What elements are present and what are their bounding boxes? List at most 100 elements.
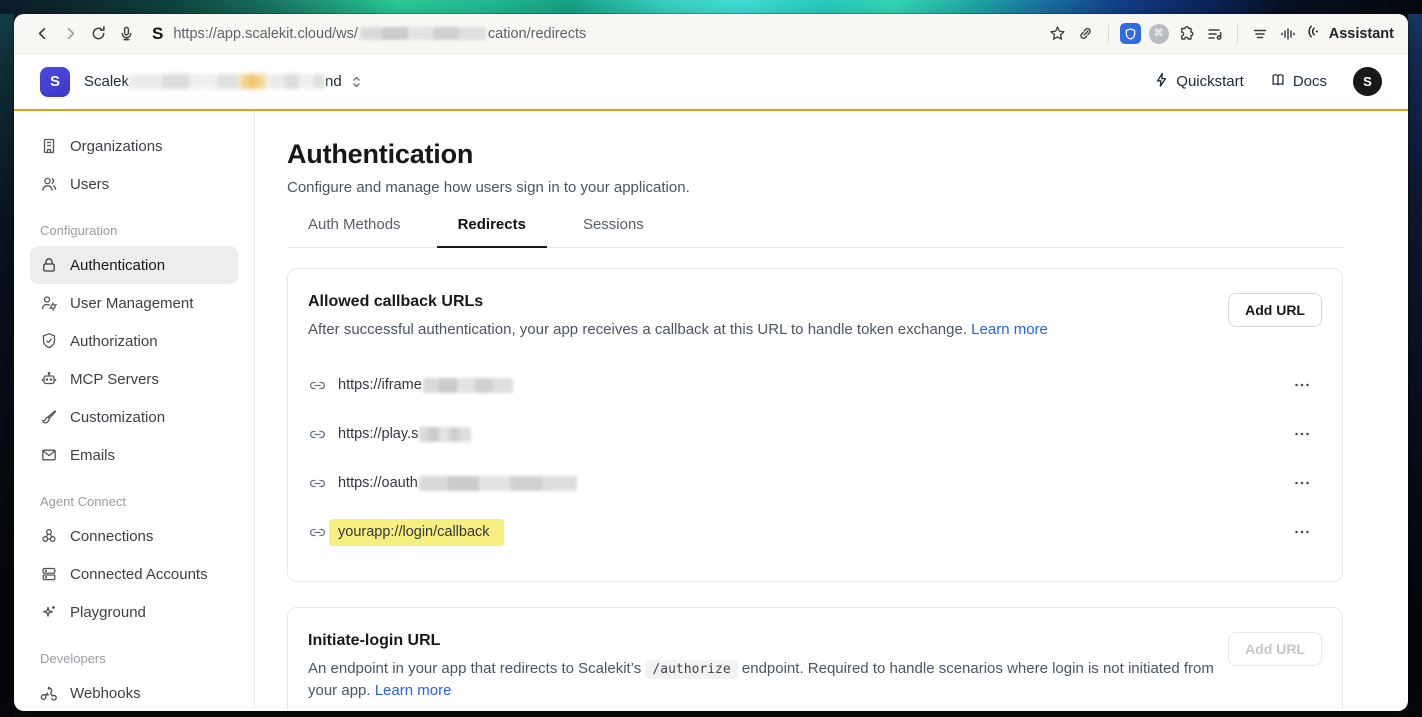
callback-url-row: https://play.s bbox=[308, 410, 1322, 459]
sidebar-item-label: Playground bbox=[70, 604, 146, 621]
sparkles-icon bbox=[40, 603, 58, 621]
paintbrush-icon bbox=[40, 408, 58, 426]
page-subtitle: Configure and manage how users sign in t… bbox=[287, 179, 1343, 196]
url-row-menu-button[interactable] bbox=[1290, 476, 1314, 490]
card-description: An endpoint in your app that redirects t… bbox=[308, 658, 1228, 702]
sidebar-item-label: Emails bbox=[70, 447, 115, 464]
link-icon bbox=[308, 474, 327, 493]
url-row-menu-button[interactable] bbox=[1290, 378, 1314, 392]
user-gear-icon bbox=[40, 294, 58, 312]
card-description-text: After successful authentication, your ap… bbox=[308, 321, 967, 338]
sidebar-item-connected-accounts[interactable]: Connected Accounts bbox=[30, 555, 238, 593]
docs-label: Docs bbox=[1293, 73, 1327, 90]
sidebar-item-emails[interactable]: Emails bbox=[30, 436, 238, 474]
sidebar-item-label: Customization bbox=[70, 409, 165, 426]
workspace-name-prefix: Scalek bbox=[84, 73, 129, 90]
callback-url-value: https://oauth bbox=[338, 475, 577, 491]
url-suffix: cation/redirects bbox=[488, 26, 586, 42]
sidebar-item-users[interactable]: Users bbox=[30, 165, 238, 203]
docs-button[interactable]: Docs bbox=[1270, 72, 1327, 92]
url-row-menu-button[interactable] bbox=[1290, 525, 1314, 539]
sidebar-item-organizations[interactable]: Organizations bbox=[30, 127, 238, 165]
url-row-menu-button[interactable] bbox=[1290, 427, 1314, 441]
card-title: Initiate-login URL bbox=[308, 632, 1228, 650]
learn-more-link[interactable]: Learn more bbox=[971, 321, 1048, 338]
add-url-button-disabled[interactable]: Add URL bbox=[1228, 632, 1322, 666]
quickstart-button[interactable]: Quickstart bbox=[1154, 72, 1244, 92]
sidebar-item-customization[interactable]: Customization bbox=[30, 398, 238, 436]
card-description: After successful authentication, your ap… bbox=[308, 319, 1048, 341]
server-stack-icon bbox=[40, 565, 58, 583]
user-avatar[interactable]: S bbox=[1353, 67, 1382, 96]
browser-toolbar: S https://app.scalekit.cloud/ws/ cation/… bbox=[14, 14, 1408, 54]
users-icon bbox=[40, 175, 58, 193]
sidebar-item-user-management[interactable]: User Management bbox=[30, 284, 238, 322]
sidebar-item-label: Authentication bbox=[70, 257, 165, 274]
url-prefix: https://app.scalekit.cloud/ws/ bbox=[173, 26, 358, 42]
url-redacted-segment bbox=[419, 476, 577, 491]
callback-url-row-highlighted: yourapp://login/callback bbox=[308, 508, 1322, 557]
back-button[interactable] bbox=[28, 20, 56, 48]
sidebar: Organizations Users Configuration Authen… bbox=[14, 111, 255, 709]
extensions-puzzle-icon[interactable] bbox=[1173, 20, 1201, 48]
callback-url-value: https://play.s bbox=[338, 426, 471, 442]
shortcut-extension-icon[interactable]: ⌘ bbox=[1145, 20, 1173, 48]
chevron-updown-icon bbox=[350, 75, 363, 89]
lightning-icon bbox=[1154, 72, 1169, 92]
sidebar-item-label: User Management bbox=[70, 295, 193, 312]
refresh-button[interactable] bbox=[84, 20, 112, 48]
sidebar-section-developers: Developers bbox=[40, 651, 228, 666]
site-favicon: S bbox=[152, 24, 163, 44]
sidebar-item-authorization[interactable]: Authorization bbox=[30, 322, 238, 360]
workspace-name-suffix: nd bbox=[325, 73, 342, 90]
sidebar-item-label: Organizations bbox=[70, 138, 163, 155]
link-icon bbox=[308, 376, 327, 395]
tab-bar: Auth Methods Redirects Sessions bbox=[287, 216, 1343, 248]
envelope-icon bbox=[40, 446, 58, 464]
sidebar-item-label: Connections bbox=[70, 528, 153, 545]
microphone-icon[interactable] bbox=[112, 20, 140, 48]
bitwarden-extension-icon[interactable] bbox=[1117, 20, 1145, 48]
callback-url-row: https://oauth bbox=[308, 459, 1322, 508]
sidebar-item-connections[interactable]: Connections bbox=[30, 517, 238, 555]
callback-url-value: yourapp://login/callback bbox=[338, 519, 504, 546]
address-bar[interactable]: https://app.scalekit.cloud/ws/ cation/re… bbox=[173, 26, 1043, 42]
copy-link-icon[interactable] bbox=[1072, 20, 1100, 48]
sidebar-item-label: Webhooks bbox=[70, 685, 141, 702]
workspace-redacted bbox=[129, 74, 239, 89]
robot-icon bbox=[40, 370, 58, 388]
desktop-wallpaper-left bbox=[0, 14, 14, 717]
sidebar-item-label: Connected Accounts bbox=[70, 566, 208, 583]
sidebar-item-playground[interactable]: Playground bbox=[30, 593, 238, 631]
sidebar-item-authentication[interactable]: Authentication bbox=[30, 246, 238, 284]
link-icon bbox=[308, 425, 327, 444]
media-queue-icon[interactable] bbox=[1201, 20, 1229, 48]
tab-redirects[interactable]: Redirects bbox=[437, 216, 547, 248]
shield-check-icon bbox=[40, 332, 58, 350]
toolbar-divider bbox=[1108, 25, 1109, 43]
sidebar-item-mcp-servers[interactable]: MCP Servers bbox=[30, 360, 238, 398]
sidebar-item-label: MCP Servers bbox=[70, 371, 159, 388]
bookmark-star-icon[interactable] bbox=[1044, 20, 1072, 48]
assistant-button[interactable]: Assistant bbox=[1306, 23, 1394, 44]
app-header: S Scalek nd Quickstart Docs bbox=[14, 54, 1408, 111]
reader-lines-icon[interactable] bbox=[1246, 20, 1274, 48]
learn-more-link[interactable]: Learn more bbox=[375, 682, 452, 699]
tab-sessions[interactable]: Sessions bbox=[562, 216, 665, 247]
main-content: Authentication Configure and manage how … bbox=[255, 111, 1408, 709]
lock-icon bbox=[40, 256, 58, 274]
workspace-selector[interactable]: Scalek nd bbox=[84, 73, 363, 90]
link-icon bbox=[308, 523, 327, 542]
card-title: Allowed callback URLs bbox=[308, 293, 1048, 311]
toolbar-divider bbox=[1237, 25, 1238, 43]
equalizer-icon[interactable] bbox=[1274, 20, 1302, 48]
allowed-callback-urls-card: Allowed callback URLs After successful a… bbox=[287, 268, 1343, 582]
quickstart-label: Quickstart bbox=[1176, 73, 1244, 90]
building-icon bbox=[40, 137, 58, 155]
nodes-cluster-icon bbox=[40, 527, 58, 545]
tab-auth-methods[interactable]: Auth Methods bbox=[287, 216, 422, 247]
forward-button[interactable] bbox=[56, 20, 84, 48]
add-url-button[interactable]: Add URL bbox=[1228, 293, 1322, 327]
webhook-icon bbox=[40, 684, 58, 702]
sidebar-item-webhooks[interactable]: Webhooks bbox=[30, 674, 238, 711]
